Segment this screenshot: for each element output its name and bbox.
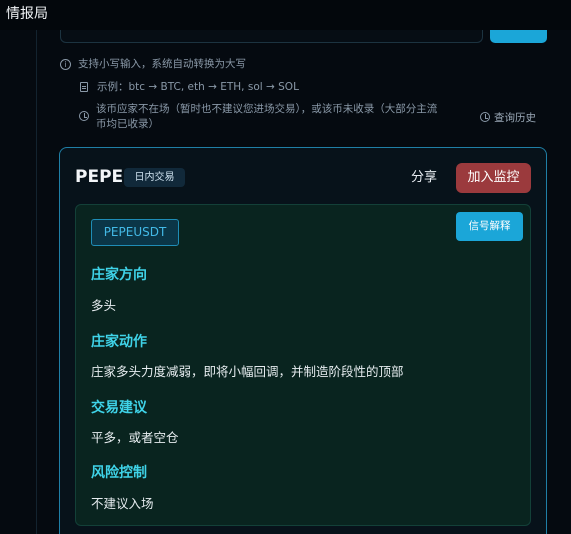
hint-not-listed: 该币应家不在场（暂时也不建议您进场交易），或该币未收录（大部分主流 币均已收录） [79, 102, 474, 132]
section-value-advice: 平多，或者空仓 [91, 430, 179, 445]
sidebar-divider [36, 30, 37, 534]
search-input[interactable] [60, 30, 483, 43]
hint-lowercase: i 支持小写输入，系统自动转换为大写 [60, 57, 480, 72]
add-monitor-button[interactable]: 加入监控 [456, 163, 531, 193]
section-title-direction: 庄家方向 [91, 267, 147, 283]
search-button[interactable] [490, 30, 547, 43]
clock-icon [79, 111, 89, 121]
section-value-risk: 不建议入场 [91, 496, 154, 511]
share-button[interactable]: 分享 [404, 167, 444, 189]
document-icon [80, 82, 88, 92]
section-value-direction: 多头 [91, 298, 117, 313]
section-title-risk: 风险控制 [91, 465, 147, 481]
coin-symbol: PEPE [75, 167, 124, 187]
top-bar: 情报局 [0, 0, 571, 30]
trade-type-tag: 日内交易 [124, 168, 185, 187]
hint-example: 示例：btc → BTC, eth → ETH, sol → SOL [79, 80, 479, 95]
section-title-advice: 交易建议 [91, 400, 147, 416]
signal-explain-button[interactable]: 信号解释 [456, 212, 523, 241]
section-value-action: 庄家多头力度减弱，即将小幅回调，并制造阶段性的顶部 [91, 364, 404, 379]
pair-badge: PEPEUSDT [91, 219, 179, 246]
history-clock-icon [480, 112, 490, 122]
info-icon: i [60, 59, 71, 70]
app-title: 情报局 [6, 6, 48, 22]
section-title-action: 庄家动作 [91, 334, 147, 350]
history-link[interactable]: 查询历史 [480, 110, 536, 125]
